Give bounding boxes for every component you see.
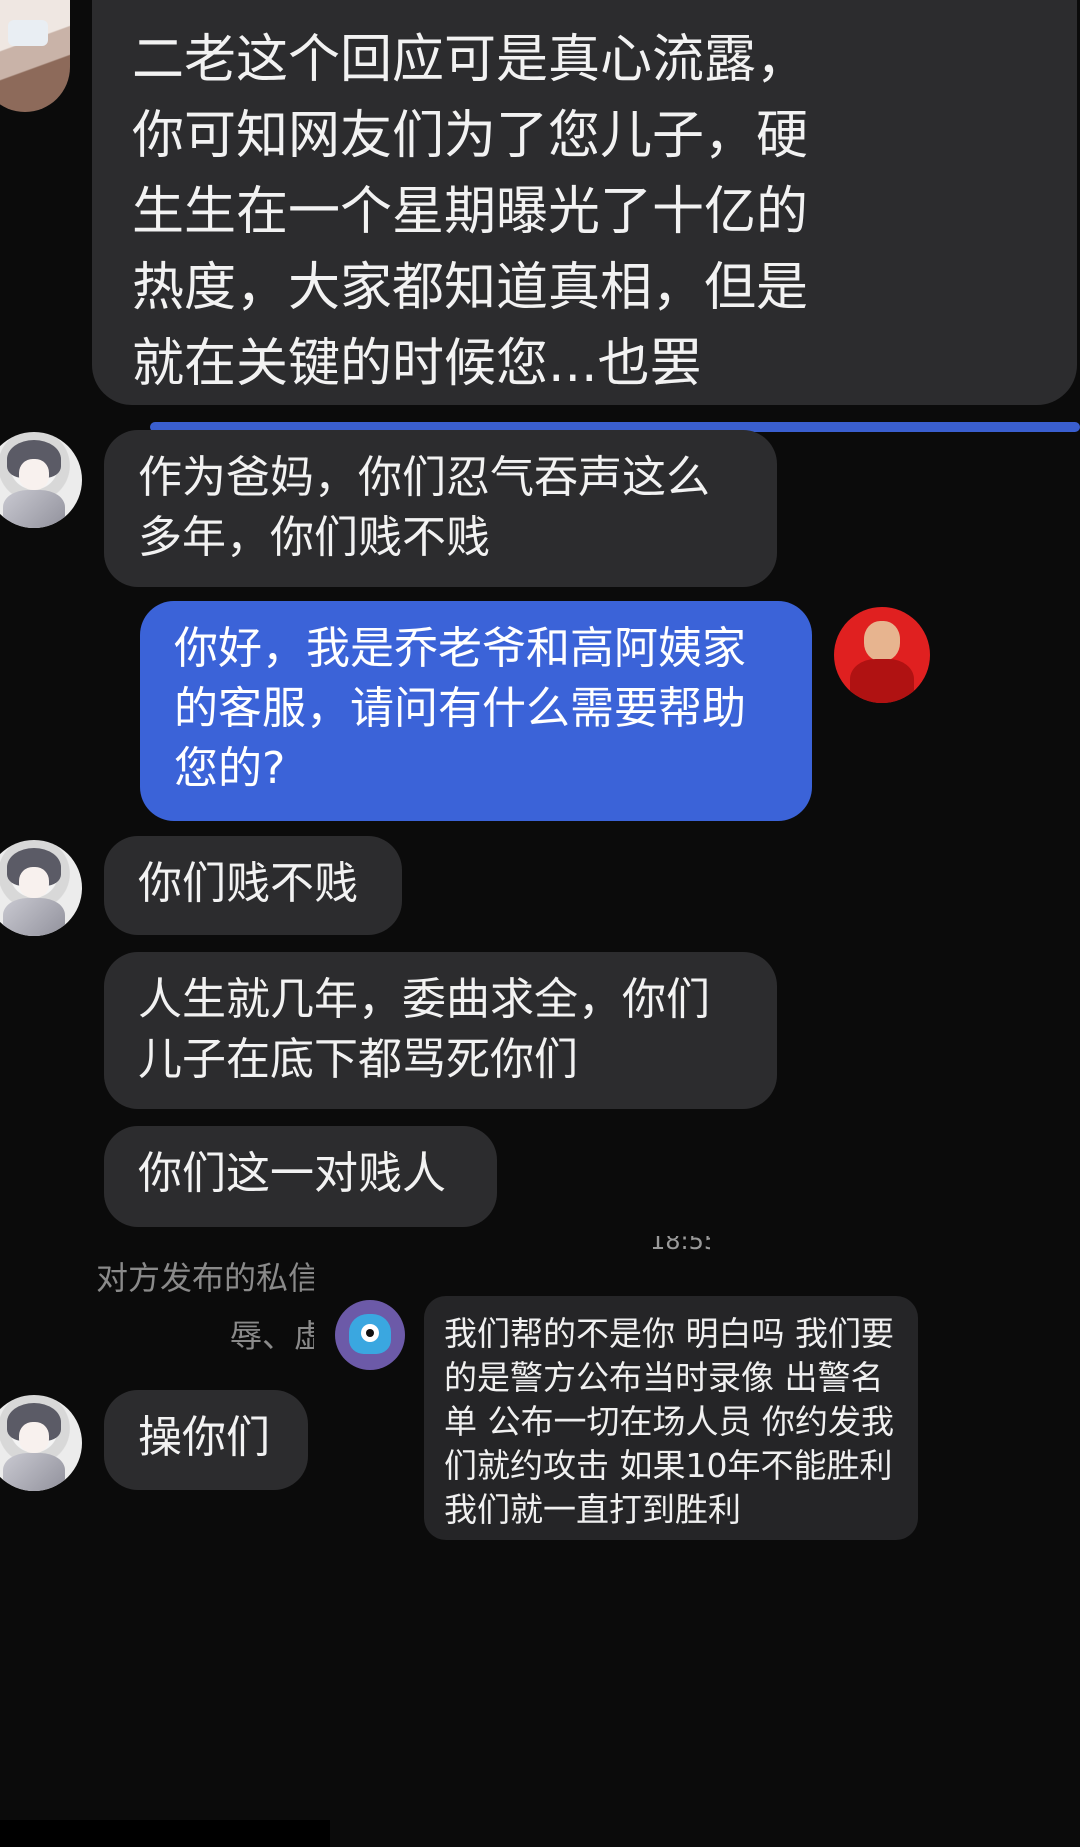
system-notice-line2: 辱、虚 [230,1317,314,1355]
message-text: 你们贱不贱 [138,858,358,909]
user-avatar[interactable] [0,840,82,936]
message-text: 你好，我是乔老爷和高阿姨家 的客服，请问有什么需要帮助 您的? [174,623,746,794]
bot-avatar[interactable] [335,1300,405,1370]
message-text: 你们这一对贱人 [138,1148,446,1199]
message-bubble-incoming[interactable]: 你们这一对贱人 [104,1126,497,1227]
message-bubble-incoming[interactable]: 作为爸妈，你们忍气吞声这么 多年，你们贱不贱 [104,430,777,587]
overlay-message-bubble[interactable]: 我们帮的不是你 明白吗 我们要 的是警方公布当时录像 出警名 单 公布一切在场人… [424,1296,918,1540]
message-text: 人生就几年，委曲求全，你们 儿子在底下都骂死你们 [138,974,710,1085]
message-bubble-outgoing[interactable]: 你好，我是乔老爷和高阿姨家 的客服，请问有什么需要帮助 您的? [140,601,812,821]
user-avatar[interactable] [0,432,82,528]
user-avatar[interactable] [0,1395,82,1491]
message-bubble-incoming[interactable]: 操你们 [104,1390,308,1490]
message-bubble-incoming[interactable]: 二老这个回应可是真心流露， 你可知网友们为了您儿子，硬 生生在一个星期曝光了十亿… [92,0,1077,405]
agent-avatar[interactable] [834,607,930,703]
system-notice-line1: 对方发布的私信 [96,1259,314,1297]
message-bubble-incoming[interactable]: 你们贱不贱 [104,836,402,935]
message-text: 操你们 [138,1412,270,1463]
message-text: 二老这个回应可是真心流露， 你可知网友们为了您儿子，硬 生生在一个星期曝光了十亿… [132,30,809,394]
bottom-bar [0,1820,330,1847]
message-bubble-incoming[interactable]: 人生就几年，委曲求全，你们 儿子在底下都骂死你们 [104,952,777,1109]
timestamp: 18:55 [650,1236,710,1254]
overlay-message-text: 我们帮的不是你 明白吗 我们要 的是警方公布当时录像 出警名 单 公布一切在场人… [444,1314,894,1529]
message-text: 作为爸妈，你们忍气吞声这么 多年，你们贱不贱 [138,452,710,563]
top-user-avatar[interactable] [0,0,70,112]
